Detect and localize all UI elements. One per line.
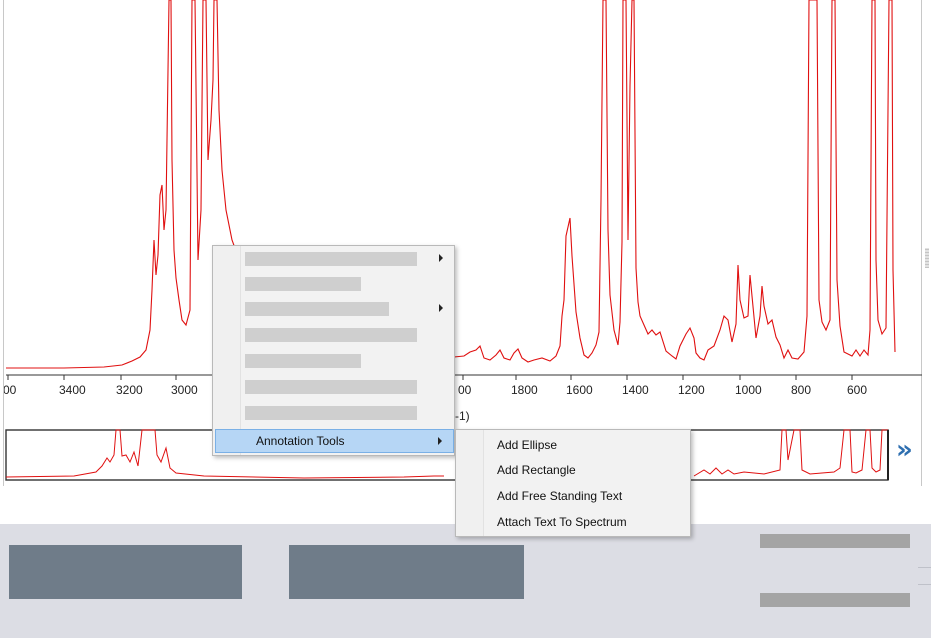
add-ellipse-item[interactable]: Add Ellipse <box>458 432 689 457</box>
divider-1 <box>918 567 931 568</box>
menu-item-annotation-tools[interactable]: Annotation Tools <box>215 429 454 453</box>
attach-text-to-spectrum-label: Attach Text To Spectrum <box>497 515 627 529</box>
add-ellipse-label: Add Ellipse <box>497 438 558 452</box>
submenu-arrow-icon <box>439 254 443 262</box>
submenu-arrow-icon <box>438 437 442 445</box>
redacted-bar-2 <box>760 593 910 607</box>
redacted-label <box>245 252 417 266</box>
x-axis-tick-label: 3000 <box>171 383 198 397</box>
x-axis-tick-label: 1000 <box>735 383 762 397</box>
redacted-label <box>245 406 417 420</box>
submenu-arrow-icon <box>439 304 443 312</box>
menu-item-redacted-3[interactable] <box>215 298 454 320</box>
context-menu: Annotation Tools <box>212 245 455 456</box>
x-axis-tick-label: 3200 <box>116 383 143 397</box>
redacted-label <box>245 302 389 316</box>
add-free-standing-text-label: Add Free Standing Text <box>497 489 623 503</box>
menu-item-redacted-6[interactable] <box>215 376 454 398</box>
redacted-button-2[interactable] <box>289 545 524 599</box>
spectrum-chart[interactable]: 00 3400 3200 3000 00 1800 1600 1400 1200 1000 800 6… <box>4 0 923 486</box>
menu-item-redacted-4[interactable] <box>215 324 454 346</box>
redacted-label <box>245 277 361 291</box>
x-axis-tick-label: 1400 <box>622 383 649 397</box>
redacted-label <box>245 380 417 394</box>
x-axis-tick-label: 00 <box>458 383 472 397</box>
x-axis-tick-label: 600 <box>847 383 867 397</box>
x-axis-tick-label: 00 <box>4 383 17 397</box>
menu-item-redacted-2[interactable] <box>215 273 454 295</box>
splitter-grip-icon[interactable] <box>925 248 929 268</box>
spectrum-plot-panel[interactable]: 00 3400 3200 3000 00 1800 1600 1400 1200 1000 800 6… <box>3 0 922 486</box>
x-axis-tick-label: 3400 <box>59 383 86 397</box>
annotation-tools-submenu: Add Ellipse Add Rectangle Add Free Stand… <box>455 429 691 537</box>
chevron-double-right-icon[interactable]: » <box>896 437 913 463</box>
bottom-panel <box>0 524 931 638</box>
menu-item-label: Annotation Tools <box>256 434 345 448</box>
add-rectangle-item[interactable]: Add Rectangle <box>458 457 689 482</box>
divider-2 <box>918 584 931 585</box>
redacted-bar-1 <box>760 534 910 548</box>
menu-item-redacted-1[interactable] <box>215 248 454 270</box>
x-axis-tick-label: 1200 <box>678 383 705 397</box>
add-rectangle-label: Add Rectangle <box>497 463 576 477</box>
spectrum-viewer-window: 00 3400 3200 3000 00 1800 1600 1400 1200 1000 800 6… <box>0 0 931 638</box>
x-axis-tick-label: 800 <box>791 383 811 397</box>
redacted-label <box>245 328 417 342</box>
x-axis-unit-label: -1) <box>455 409 470 423</box>
x-axis-tick-label: 1800 <box>511 383 538 397</box>
attach-text-to-spectrum-item[interactable]: Attach Text To Spectrum <box>458 509 689 534</box>
redacted-button-1[interactable] <box>9 545 242 599</box>
add-free-standing-text-item[interactable]: Add Free Standing Text <box>458 483 689 508</box>
x-axis-tick-label: 1600 <box>566 383 593 397</box>
redacted-label <box>245 354 361 368</box>
menu-item-redacted-5[interactable] <box>215 350 454 372</box>
menu-item-redacted-7[interactable] <box>215 402 454 424</box>
